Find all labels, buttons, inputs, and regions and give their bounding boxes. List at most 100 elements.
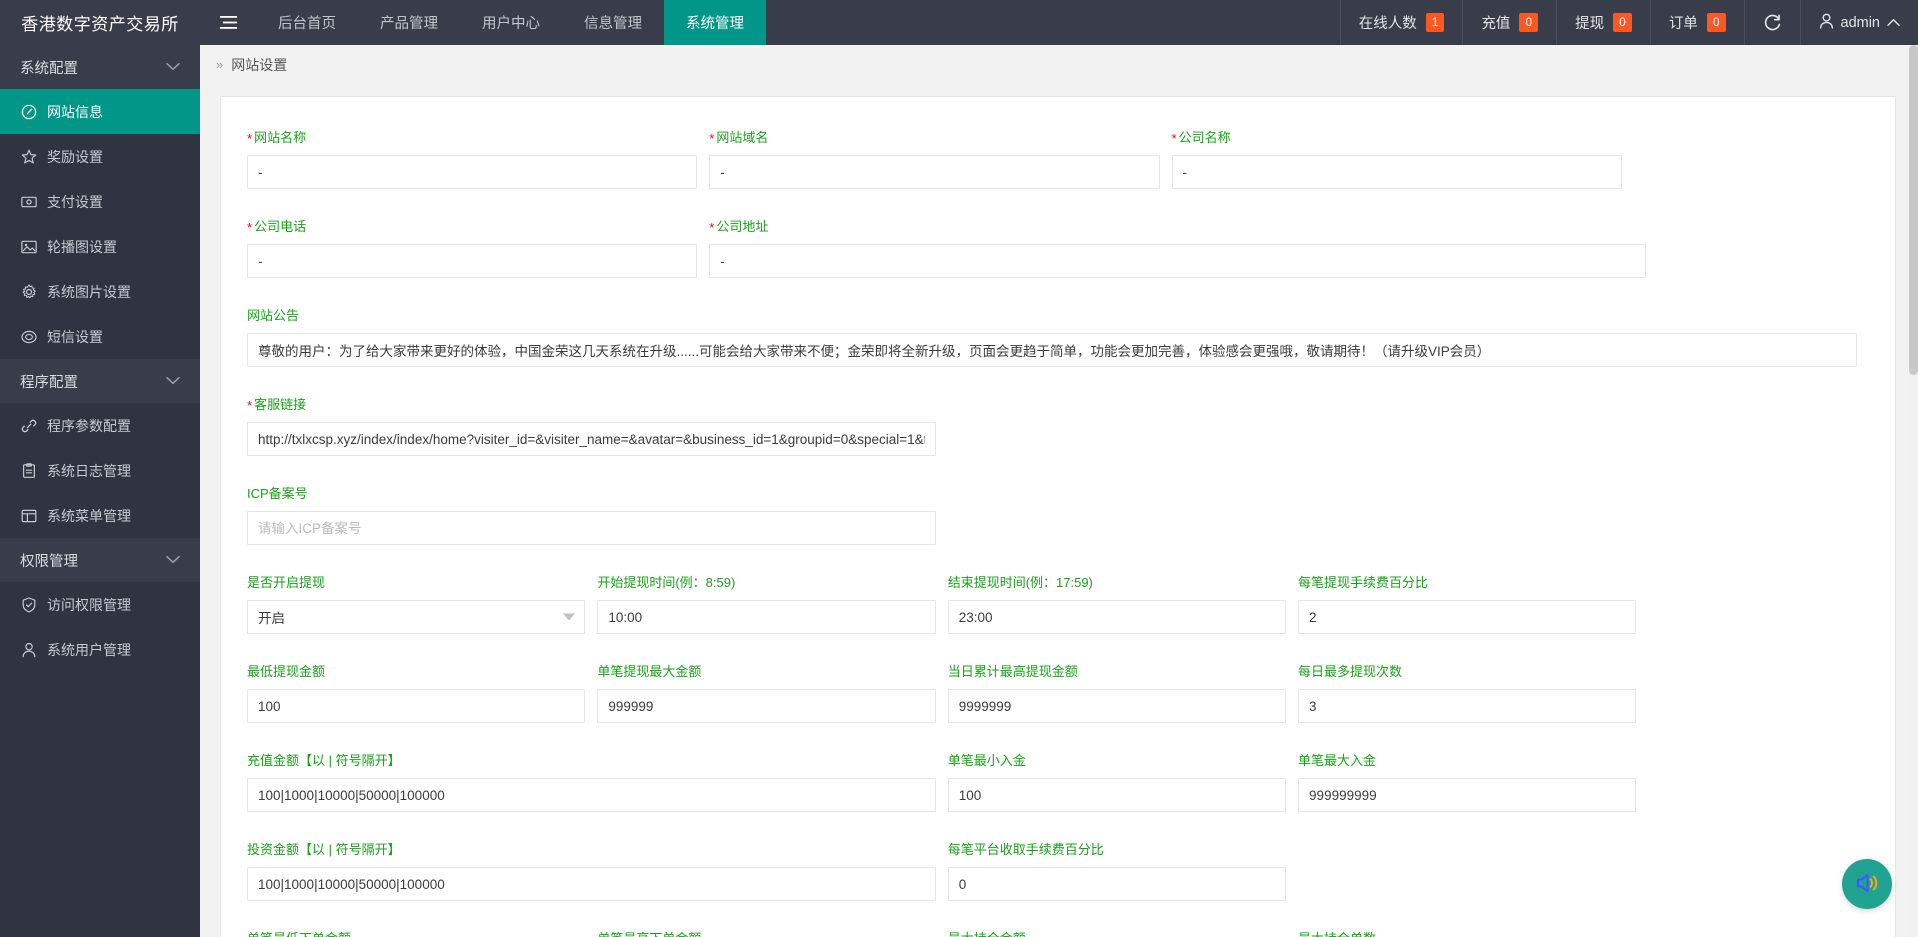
withdraw-times-per-day-input[interactable] — [1298, 689, 1636, 723]
sidebar-group-system-config-label: 系统配置 — [20, 57, 78, 78]
user-icon — [1819, 13, 1834, 33]
stat-online-users-label: 在线人数 — [1359, 12, 1417, 33]
refresh-icon[interactable] — [1744, 0, 1800, 45]
message-icon — [20, 328, 37, 345]
stat-orders[interactable]: 订单 0 — [1650, 0, 1744, 45]
field-service-link-label: *客服链接 — [247, 394, 936, 413]
withdraw-enabled-select-wrapper[interactable] — [247, 600, 585, 634]
sidebar-item-sms-settings[interactable]: 短信设置 — [0, 314, 200, 359]
field-site-announcement: 网站公告 — [247, 293, 1869, 379]
top-navigation-bar: 香港数字资产交易所 后台首页 产品管理 用户中心 信息管理 系统管理 在线人数 … — [0, 0, 1918, 45]
withdraw-min-input[interactable] — [247, 689, 585, 723]
field-invest-amounts: 投资金额【以 | 符号隔开】 — [247, 827, 948, 913]
nav-item-users[interactable]: 用户中心 — [460, 0, 562, 45]
sidebar-item-reward-settings[interactable]: 奖励设置 — [0, 134, 200, 179]
stat-orders-badge: 0 — [1707, 13, 1726, 32]
nav-item-system[interactable]: 系统管理 — [664, 0, 766, 45]
star-icon — [20, 148, 37, 165]
icp-number-input[interactable] — [247, 511, 936, 545]
sidebar-item-carousel-settings[interactable]: 轮播图设置 — [0, 224, 200, 269]
sidebar-item-website-info-label: 网站信息 — [47, 102, 103, 122]
stat-recharge-label: 充值 — [1481, 12, 1510, 33]
sidebar-item-website-info[interactable]: 网站信息 — [0, 89, 200, 134]
field-icp-number-label: ICP备案号 — [247, 483, 936, 502]
user-menu[interactable]: admin — [1800, 0, 1918, 45]
stat-recharge[interactable]: 充值 0 — [1462, 0, 1556, 45]
field-withdraw-max-once: 单笔提现最大金额 — [597, 649, 947, 735]
invest-amounts-input[interactable] — [247, 867, 936, 901]
sidebar-group-program-config[interactable]: 程序配置 — [0, 359, 200, 403]
sidebar-item-program-params-label: 程序参数配置 — [47, 416, 131, 436]
withdraw-max-day-input[interactable] — [948, 689, 1286, 723]
deposit-min-input[interactable] — [948, 778, 1286, 812]
field-order-max: 单笔最高下单金额 — [597, 916, 947, 937]
withdraw-fee-percent-input[interactable] — [1298, 600, 1636, 634]
link-icon — [20, 417, 37, 434]
nav-item-dashboard[interactable]: 后台首页 — [256, 0, 358, 45]
topbar-spacer — [766, 0, 1340, 45]
withdraw-end-time-input[interactable] — [948, 600, 1286, 634]
form-row-announcement: 网站公告 — [247, 293, 1869, 379]
deposit-max-input[interactable] — [1298, 778, 1636, 812]
nav-item-products[interactable]: 产品管理 — [358, 0, 460, 45]
sidebar-item-system-menu[interactable]: 系统菜单管理 — [0, 493, 200, 538]
required-marker-icon: * — [709, 220, 714, 235]
company-phone-input[interactable] — [247, 244, 697, 278]
brand-logo: 香港数字资产交易所 — [0, 0, 200, 45]
withdraw-enabled-select[interactable] — [247, 600, 585, 634]
nav-item-information[interactable]: 信息管理 — [562, 0, 664, 45]
page-scrollbar-thumb[interactable] — [1909, 45, 1918, 375]
sidebar-item-carousel-settings-label: 轮播图设置 — [47, 237, 117, 257]
site-announcement-input[interactable] — [247, 333, 1857, 367]
field-withdraw-max-day-label: 当日累计最高提现金额 — [948, 661, 1286, 680]
stat-online-users-badge: 1 — [1426, 13, 1445, 32]
field-withdraw-times-per-day-label: 每日最多提现次数 — [1298, 661, 1636, 680]
sidebar-group-permission[interactable]: 权限管理 — [0, 538, 200, 582]
sidebar-item-payment-settings-label: 支付设置 — [47, 192, 103, 212]
menu-icon — [20, 507, 37, 524]
company-name-input[interactable] — [1172, 155, 1622, 189]
hamburger-icon[interactable] — [200, 0, 256, 45]
dashboard-icon — [20, 103, 37, 120]
withdraw-start-time-input[interactable] — [597, 600, 935, 634]
website-name-input[interactable] — [247, 155, 697, 189]
sidebar-item-payment-settings[interactable]: 支付设置 — [0, 179, 200, 224]
sidebar-item-system-logs[interactable]: 系统日志管理 — [0, 448, 200, 493]
field-withdraw-enabled-label: 是否开启提现 — [247, 572, 585, 591]
required-marker-icon: * — [247, 131, 252, 146]
sidebar-group-system-config[interactable]: 系统配置 — [0, 45, 200, 89]
website-domain-input[interactable] — [709, 155, 1159, 189]
service-link-input[interactable] — [247, 422, 936, 456]
row-spacer — [1298, 827, 1869, 913]
company-name-label-text: 公司名称 — [1179, 130, 1231, 145]
stat-online-users[interactable]: 在线人数 1 — [1340, 0, 1463, 45]
field-company-address: *公司地址 — [709, 204, 1658, 290]
service-link-label-text: 客服链接 — [254, 397, 306, 412]
sidebar-item-system-users-label: 系统用户管理 — [47, 640, 131, 660]
field-withdraw-fee-percent-label: 每笔提现手续费百分比 — [1298, 572, 1636, 591]
sidebar-item-system-users[interactable]: 系统用户管理 — [0, 627, 200, 672]
gear-icon — [20, 283, 37, 300]
sidebar-item-program-params[interactable]: 程序参数配置 — [0, 403, 200, 448]
field-position-max-count: 最大持仓单数 — [1298, 916, 1648, 937]
platform-fee-percent-input[interactable] — [948, 867, 1286, 901]
company-address-input[interactable] — [709, 244, 1646, 278]
recharge-amounts-input[interactable] — [247, 778, 936, 812]
withdraw-max-once-input[interactable] — [597, 689, 935, 723]
field-invest-amounts-label: 投资金额【以 | 符号隔开】 — [247, 839, 936, 858]
required-marker-icon: * — [247, 220, 252, 235]
sidebar-item-reward-settings-label: 奖励设置 — [47, 147, 103, 167]
stat-withdraw-label: 提现 — [1575, 12, 1604, 33]
audio-toggle-button[interactable] — [1842, 859, 1892, 909]
form-row-icp: ICP备案号 — [247, 471, 1869, 557]
page-scrollbar[interactable] — [1909, 45, 1918, 937]
stat-withdraw[interactable]: 提现 0 — [1556, 0, 1650, 45]
field-withdraw-enabled: 是否开启提现 — [247, 560, 597, 646]
sidebar-item-system-image-settings[interactable]: 系统图片设置 — [0, 269, 200, 314]
field-company-name-label: *公司名称 — [1172, 127, 1622, 146]
sidebar-group-program-config-label: 程序配置 — [20, 371, 78, 392]
sidebar-item-access-permission[interactable]: 访问权限管理 — [0, 582, 200, 627]
field-company-name: *公司名称 — [1172, 115, 1634, 201]
field-withdraw-end-time: 结束提现时间(例：17:59) — [948, 560, 1298, 646]
field-deposit-max: 单笔最大入金 — [1298, 738, 1648, 824]
